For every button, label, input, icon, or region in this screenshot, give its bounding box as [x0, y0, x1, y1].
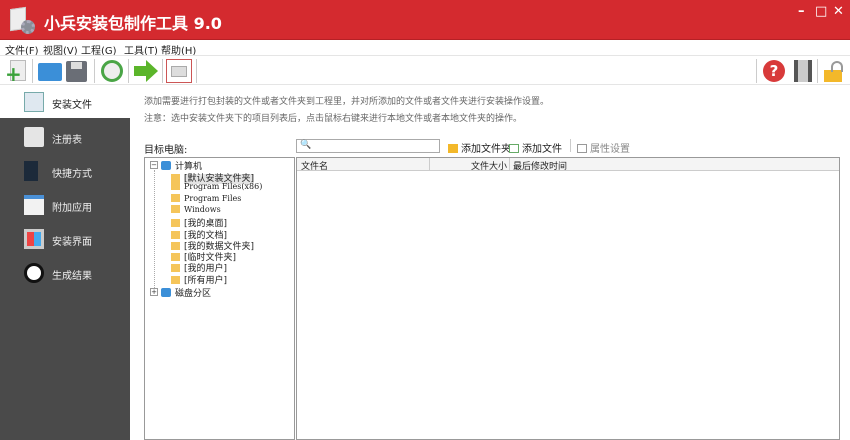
file-add-icon — [509, 144, 519, 153]
sidebar-item-install-files[interactable]: 安装文件 — [0, 85, 130, 118]
sidebar-item-registry[interactable]: 注册表 — [0, 120, 130, 153]
file-list: 文件名 文件大小 最后修改时间 — [296, 157, 840, 440]
collapse-toggle[interactable]: − — [150, 161, 158, 169]
column-divider — [429, 158, 430, 171]
toolbar-separator — [128, 59, 129, 83]
window-app-icon — [24, 195, 44, 215]
folder-tree: − 计算机 [默认安装文件夹] Program Files(x86) Program… — [144, 157, 295, 440]
open-folder-icon[interactable] — [38, 59, 62, 83]
list-header: 文件名 文件大小 最后修改时间 — [297, 158, 839, 172]
action-separator — [570, 139, 571, 152]
film-icon[interactable] — [791, 59, 815, 83]
column-filename[interactable]: 文件名 — [301, 159, 328, 172]
clock-icon[interactable] — [100, 59, 124, 83]
sidebar-item-install-ui[interactable]: 安装界面 — [0, 222, 130, 255]
sidebar-item-build-result[interactable]: 生成结果 — [0, 256, 130, 289]
folder-icon — [171, 182, 180, 191]
folder-icon — [171, 204, 180, 213]
close-button[interactable]: ✕ — [833, 4, 844, 19]
expand-toggle[interactable]: + — [150, 288, 158, 296]
toolbar: + ? — [0, 55, 850, 85]
tree-node-folder[interactable]: [所有用户] — [171, 273, 227, 286]
folder-icon — [171, 230, 180, 239]
ui-tiles-icon — [24, 229, 44, 249]
alarm-clock-icon — [24, 263, 44, 283]
unlock-icon[interactable] — [822, 59, 846, 83]
sidebar: 安装文件 注册表 快捷方式 附加应用 安装界面 生成结果 — [0, 85, 130, 440]
properties-button[interactable]: 属性设置 — [577, 140, 630, 155]
properties-icon — [577, 144, 587, 153]
window-title: 小兵安装包制作工具 9.0 — [44, 14, 222, 33]
title-bar: 小兵安装包制作工具 9.0 – □ ✕ — [0, 0, 850, 40]
shortcut-icon — [24, 161, 38, 181]
tree-line — [154, 170, 155, 290]
menu-bar: 文件(F) 视图(V) 工程(G) 工具(T) 帮助(H) — [0, 40, 850, 57]
toolbar-separator — [756, 59, 757, 83]
description-text: 添加需要进行打包封装的文件或者文件夹到工程里，并对所添加的文件或者文件夹进行安装… — [144, 97, 550, 107]
tree-node-folder[interactable]: Program Files(x86) — [171, 182, 262, 191]
toolbar-separator — [196, 59, 197, 83]
build-arrow-icon[interactable] — [134, 59, 158, 83]
folder-icon — [171, 219, 180, 228]
add-file-button[interactable]: 添加文件 — [509, 140, 562, 155]
app-logo-icon — [8, 4, 35, 36]
column-divider — [509, 158, 510, 171]
target-computer-label: 目标电脑: — [144, 145, 188, 156]
maximize-button[interactable]: □ — [815, 4, 827, 19]
folder-icon — [171, 275, 180, 284]
folder-icon — [171, 193, 180, 202]
tree-node-disk[interactable]: 磁盘分区 — [161, 286, 211, 299]
disk-icon — [161, 288, 171, 297]
toolbar-separator — [94, 59, 95, 83]
minimize-button[interactable]: – — [798, 4, 805, 19]
computer-icon — [161, 161, 171, 170]
folder-icon — [171, 174, 180, 182]
column-size[interactable]: 文件大小 — [471, 159, 507, 172]
column-modified[interactable]: 最后修改时间 — [513, 159, 567, 172]
save-icon[interactable] — [65, 59, 89, 83]
registry-gear-icon — [24, 127, 44, 147]
document-icon — [24, 92, 44, 112]
sidebar-item-shortcuts[interactable]: 快捷方式 — [0, 154, 130, 187]
folder-icon — [171, 253, 180, 262]
settings-panel-icon[interactable] — [166, 59, 192, 83]
new-project-icon[interactable]: + — [4, 59, 28, 84]
search-icon: 🔍 — [300, 140, 312, 150]
add-folder-button[interactable]: 添加文件夹 — [448, 140, 511, 155]
toolbar-separator — [32, 59, 33, 83]
tree-node-folder[interactable]: Windows — [171, 204, 221, 214]
help-icon[interactable]: ? — [762, 59, 786, 83]
search-input[interactable]: 🔍 — [296, 139, 440, 153]
folder-icon — [171, 264, 180, 273]
toolbar-separator — [162, 59, 163, 83]
folder-add-icon — [448, 144, 458, 153]
tree-node-folder[interactable]: Program Files — [171, 193, 241, 203]
sidebar-item-addons[interactable]: 附加应用 — [0, 188, 130, 221]
note-text: 注意：选中安装文件夹下的项目列表后，点击鼠标右键来进行本地文件或者本地文件夹的操… — [144, 114, 523, 124]
toolbar-separator — [817, 59, 818, 83]
folder-icon — [171, 241, 180, 250]
